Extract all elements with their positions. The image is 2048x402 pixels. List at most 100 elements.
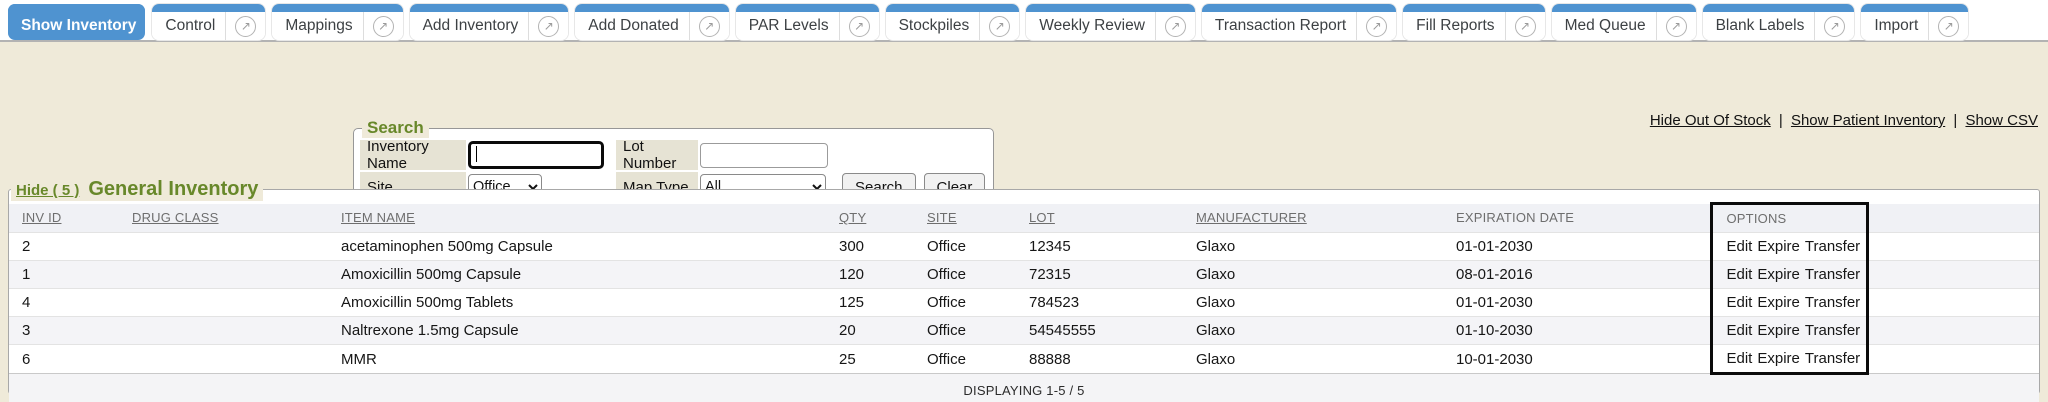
tab-label[interactable]: Transaction Report (1215, 17, 1346, 35)
tab-weekly-review[interactable]: Weekly Review ↗ (1026, 4, 1195, 40)
transfer-link[interactable]: Transfer (1805, 266, 1860, 283)
tab-transaction-report[interactable]: Transaction Report ↗ (1202, 4, 1396, 40)
column-header-drug-class[interactable]: DRUG CLASS (132, 204, 341, 233)
cell-filler (1867, 345, 2039, 374)
cell-qty: 20 (839, 317, 927, 345)
lot-number-input[interactable] (700, 143, 828, 168)
inventory-table: INV IDDRUG CLASSITEM NAMEQTYSITELOTMANUF… (9, 202, 2039, 402)
column-header-site[interactable]: SITE (927, 204, 1029, 233)
cell-manufacturer: Glaxo (1196, 317, 1456, 345)
tab-top-accent (1552, 4, 1696, 12)
show-csv-link[interactable]: Show CSV (1965, 112, 2038, 129)
tab-blank-labels[interactable]: Blank Labels ↗ (1703, 4, 1855, 40)
tab-add-inventory[interactable]: Add Inventory ↗ (410, 4, 569, 40)
cell-qty: 300 (839, 233, 927, 261)
tab-label[interactable]: Med Queue (1565, 17, 1646, 35)
tab-label[interactable]: Import (1874, 17, 1918, 35)
tab-icon-separator: ↗ (363, 12, 394, 40)
cell-manufacturer: Glaxo (1196, 345, 1456, 374)
expire-link[interactable]: Expire (1757, 350, 1800, 367)
transfer-link[interactable]: Transfer (1805, 322, 1860, 339)
tab-fill-reports[interactable]: Fill Reports ↗ (1403, 4, 1544, 40)
paging-status: DISPLAYING 1-5 / 5 (9, 374, 2039, 402)
table-row: 3 Naltrexone 1.5mg Capsule 20 Office 545… (9, 317, 2039, 345)
tab-label[interactable]: Add Donated (588, 17, 679, 35)
hide-count-link[interactable]: Hide ( 5 ) (16, 182, 79, 199)
cell-filler (1867, 261, 2039, 289)
tab-label[interactable]: Fill Reports (1416, 17, 1494, 35)
cell-lot: 784523 (1029, 289, 1196, 317)
tab-import[interactable]: Import ↗ (1861, 4, 1968, 40)
table-row: 4 Amoxicillin 500mg Tablets 125 Office 7… (9, 289, 2039, 317)
show-patient-inventory-link[interactable]: Show Patient Inventory (1791, 112, 1945, 129)
tab-label[interactable]: Show Inventory (21, 17, 136, 35)
tab-show-inventory[interactable]: Show Inventory (8, 4, 145, 40)
edit-link[interactable]: Edit (1727, 294, 1753, 311)
transfer-link[interactable]: Transfer (1805, 350, 1860, 367)
tab-top-accent (736, 4, 879, 12)
tab-icon-separator: ↗ (225, 12, 256, 40)
external-link-icon[interactable]: ↗ (699, 16, 720, 37)
hide-out-of-stock-link[interactable]: Hide Out Of Stock (1650, 112, 1771, 129)
column-header-manufacturer[interactable]: MANUFACTURER (1196, 204, 1456, 233)
cell-qty: 125 (839, 289, 927, 317)
external-link-icon[interactable]: ↗ (373, 16, 394, 37)
edit-link[interactable]: Edit (1727, 322, 1753, 339)
external-link-icon[interactable]: ↗ (989, 16, 1010, 37)
edit-link[interactable]: Edit (1727, 350, 1753, 367)
column-header-inv-id[interactable]: INV ID (9, 204, 132, 233)
external-link-icon[interactable]: ↗ (1666, 16, 1687, 37)
cell-site: Office (927, 261, 1029, 289)
cell-drug-class (132, 261, 341, 289)
tab-icon-separator: ↗ (1505, 12, 1536, 40)
expire-link[interactable]: Expire (1757, 266, 1800, 283)
external-link-icon[interactable]: ↗ (538, 16, 559, 37)
external-link-icon[interactable]: ↗ (1165, 16, 1186, 37)
tab-mappings[interactable]: Mappings ↗ (272, 4, 402, 40)
tab-top-accent (272, 4, 402, 12)
tab-label[interactable]: Control (165, 17, 215, 35)
tab-label[interactable]: Stockpiles (899, 17, 970, 35)
tab-label[interactable]: Add Inventory (423, 17, 519, 35)
options-cell: EditExpire Transfer (1711, 345, 1867, 374)
external-link-icon[interactable]: ↗ (1366, 16, 1387, 37)
expire-link[interactable]: Expire (1757, 238, 1800, 255)
expire-link[interactable]: Expire (1757, 322, 1800, 339)
column-header-item-name[interactable]: ITEM NAME (341, 204, 839, 233)
column-header-lot[interactable]: LOT (1029, 204, 1196, 233)
edit-link[interactable]: Edit (1727, 266, 1753, 283)
tab-label[interactable]: Weekly Review (1039, 17, 1145, 35)
cell-lot: 12345 (1029, 233, 1196, 261)
transfer-link[interactable]: Transfer (1805, 238, 1860, 255)
tab-top-accent (410, 4, 569, 12)
inventory-name-input[interactable] (468, 141, 604, 169)
cell-expiration-date: 01-10-2030 (1456, 317, 1711, 345)
inventory-view-links: Hide Out Of Stock | Show Patient Invento… (1650, 112, 2038, 129)
tab-stockpiles[interactable]: Stockpiles ↗ (886, 4, 1020, 40)
tab-label[interactable]: Mappings (285, 17, 352, 35)
tab-icon-separator: ↗ (528, 12, 559, 40)
tab-control[interactable]: Control ↗ (152, 4, 265, 40)
external-link-icon[interactable]: ↗ (1515, 16, 1536, 37)
tab-par-levels[interactable]: PAR Levels ↗ (736, 4, 879, 40)
table-footer-row: DISPLAYING 1-5 / 5 (9, 374, 2039, 402)
tab-label[interactable]: Blank Labels (1716, 17, 1805, 35)
transfer-link[interactable]: Transfer (1805, 294, 1860, 311)
external-link-icon[interactable]: ↗ (1938, 16, 1959, 37)
expire-link[interactable]: Expire (1757, 294, 1800, 311)
options-cell: EditExpire Transfer (1711, 261, 1867, 289)
column-header-qty[interactable]: QTY (839, 204, 927, 233)
tab-add-donated[interactable]: Add Donated ↗ (575, 4, 729, 40)
external-link-icon[interactable]: ↗ (235, 16, 256, 37)
external-link-icon[interactable]: ↗ (849, 16, 870, 37)
cell-drug-class (132, 233, 341, 261)
tab-label[interactable]: PAR Levels (749, 17, 829, 35)
general-inventory-panel: Hide ( 5 ) General Inventory INV IDDRUG … (8, 178, 2040, 394)
search-legend: Search (362, 118, 429, 138)
tab-med-queue[interactable]: Med Queue ↗ (1552, 4, 1696, 40)
cell-manufacturer: Glaxo (1196, 261, 1456, 289)
cell-expiration-date: 08-01-2016 (1456, 261, 1711, 289)
cell-filler (1867, 317, 2039, 345)
external-link-icon[interactable]: ↗ (1824, 16, 1845, 37)
edit-link[interactable]: Edit (1727, 238, 1753, 255)
